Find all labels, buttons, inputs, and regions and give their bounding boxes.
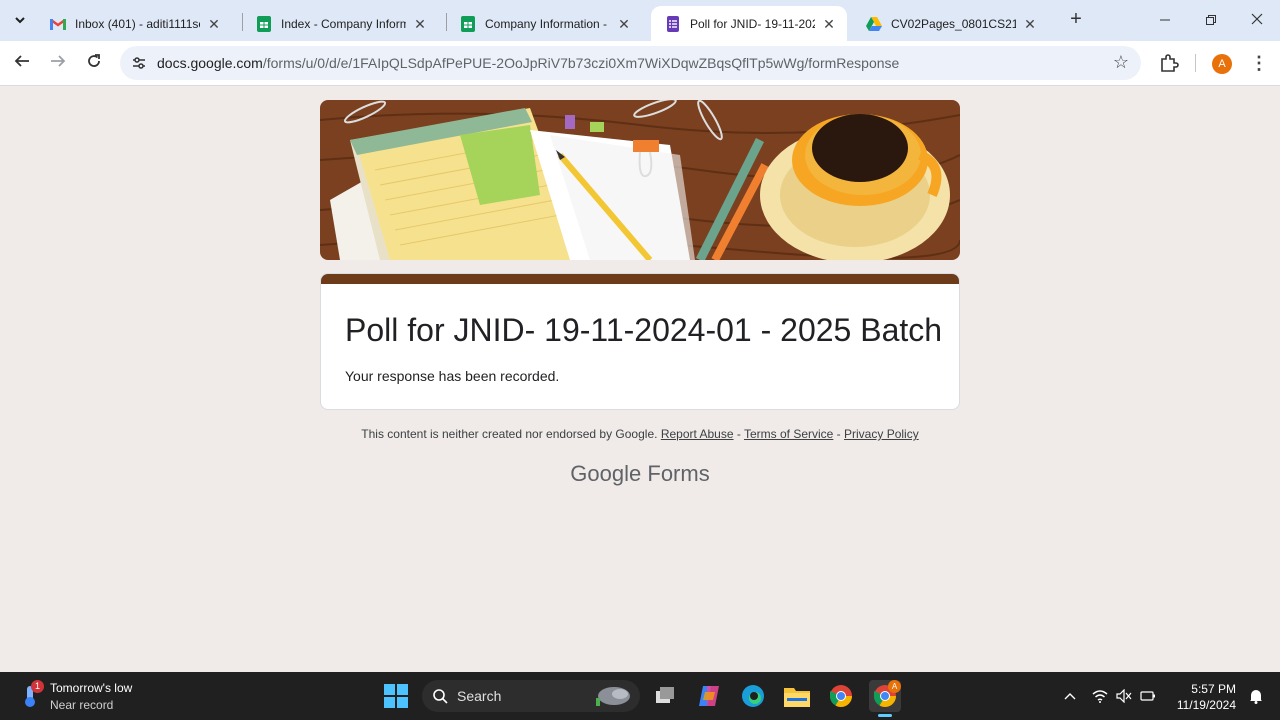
wifi-icon — [1092, 690, 1108, 703]
show-hidden-icons-button[interactable] — [1054, 680, 1086, 712]
minimize-icon — [1160, 19, 1170, 21]
forward-button[interactable] — [46, 51, 70, 75]
restore-icon — [1206, 15, 1216, 25]
forms-icon — [665, 15, 681, 32]
tab-poll-form[interactable]: Poll for JNID- 19-11-2024 ✕ — [651, 6, 847, 41]
start-button[interactable] — [380, 680, 412, 712]
theme-color-bar — [321, 274, 959, 284]
drive-icon — [866, 16, 882, 32]
windows-logo-icon — [384, 684, 408, 708]
chrome-profile-button[interactable]: A — [869, 680, 901, 712]
search-highlight-icon — [596, 687, 630, 706]
close-icon[interactable]: ✕ — [821, 16, 837, 32]
close-icon[interactable]: ✕ — [1022, 16, 1038, 32]
windows-taskbar: 1 Tomorrow's low Near record A — [0, 672, 1280, 720]
back-arrow-icon — [14, 55, 29, 67]
reload-icon — [88, 54, 100, 67]
search-icon — [433, 689, 448, 704]
task-view-button[interactable] — [649, 680, 681, 712]
browser-toolbar: docs.google.com/forms/u/0/d/e/1FAIpQLSdp… — [0, 41, 1280, 86]
confirmation-message: Your response has been recorded. — [345, 368, 560, 384]
footer-separator: - — [733, 427, 744, 441]
folder-icon — [784, 688, 810, 707]
clock-time: 5:57 PM — [1191, 682, 1236, 696]
taskbar-search-box[interactable]: Search — [422, 680, 640, 712]
reload-button[interactable] — [82, 51, 106, 75]
tab-index-sheet[interactable]: Index - Company Informa ✕ — [242, 6, 438, 41]
tab-search-button[interactable] — [8, 8, 32, 32]
task-view-icon — [656, 687, 674, 703]
close-icon[interactable]: ✕ — [412, 16, 428, 32]
bookmark-star-icon[interactable]: ☆ — [1113, 52, 1129, 73]
tab-title: CV02Pages_0801CS2110 — [891, 16, 1016, 31]
forward-arrow-icon — [51, 55, 66, 67]
back-button[interactable] — [10, 51, 34, 75]
weather-title: Tomorrow's low — [50, 681, 133, 695]
close-icon[interactable]: ✕ — [206, 16, 222, 32]
disclaimer-text: This content is neither created nor endo… — [361, 427, 658, 441]
weather-alert-badge: 1 — [31, 680, 44, 693]
gmail-icon — [50, 16, 66, 32]
form-footer: This content is neither created nor endo… — [320, 427, 960, 441]
clock[interactable]: 5:57 PM 11/19/2024 — [1177, 681, 1236, 713]
edge-button[interactable] — [737, 680, 769, 712]
terms-of-service-link[interactable]: Terms of Service — [744, 427, 833, 441]
search-label: Search — [457, 688, 502, 704]
close-icon — [1251, 13, 1263, 25]
tab-title: Index - Company Informa — [281, 16, 406, 31]
confirmation-card: Poll for JNID- 19-11-2024-01 - 2025 Batc… — [320, 273, 960, 410]
system-tray-quick-settings[interactable] — [1088, 680, 1160, 712]
weather-subtitle: Near record — [50, 698, 114, 712]
tab-title: Inbox (401) - aditi1111sci — [75, 16, 200, 31]
address-bar[interactable]: docs.google.com/forms/u/0/d/e/1FAIpQLSdp… — [120, 46, 1141, 80]
more-options-icon[interactable]: ⋮ — [1250, 52, 1268, 74]
close-window-button[interactable] — [1245, 8, 1269, 32]
speaker-muted-icon — [1116, 689, 1132, 703]
sheets-icon — [460, 15, 476, 32]
toolbar-divider — [1195, 54, 1196, 72]
site-info-icon[interactable] — [128, 52, 150, 74]
bell-icon — [1250, 690, 1262, 704]
new-tab-button[interactable]: + — [1064, 8, 1088, 32]
battery-icon — [1140, 691, 1155, 701]
privacy-policy-link[interactable]: Privacy Policy — [844, 427, 919, 441]
url-path: /forms/u/0/d/e/1FAIpQLSdpAfPePUE-2OoJpRi… — [262, 55, 900, 71]
weather-widget[interactable]: 1 Tomorrow's low Near record — [18, 680, 168, 712]
edge-icon — [742, 685, 764, 707]
file-explorer-button[interactable] — [781, 680, 813, 712]
notifications-button[interactable] — [1240, 680, 1272, 712]
tab-company-sheet[interactable]: Company Information - 2 ✕ — [446, 6, 642, 41]
chevron-down-icon — [15, 17, 25, 24]
tab-title: Company Information - 2 — [485, 16, 610, 31]
footer-separator: - — [833, 427, 845, 441]
url-text[interactable]: docs.google.com/forms/u/0/d/e/1FAIpQLSdp… — [157, 55, 899, 71]
tab-cv-drive[interactable]: CV02Pages_0801CS2110 ✕ — [852, 6, 1048, 41]
profile-avatar[interactable]: A — [1212, 54, 1232, 74]
url-host: docs.google.com — [157, 55, 263, 71]
restore-button[interactable] — [1199, 8, 1223, 32]
google-forms-logo[interactable]: Google Forms — [320, 461, 960, 487]
copilot-button[interactable] — [693, 680, 725, 712]
close-icon[interactable]: ✕ — [616, 16, 632, 32]
clock-date: 11/19/2024 — [1176, 698, 1236, 712]
active-app-indicator — [878, 714, 892, 717]
tab-gmail[interactable]: Inbox (401) - aditi1111sci ✕ — [36, 6, 232, 41]
report-abuse-link[interactable]: Report Abuse — [661, 427, 734, 441]
tab-strip: Inbox (401) - aditi1111sci ✕ Index - Com… — [0, 0, 1280, 41]
brand-forms: Forms — [647, 461, 710, 486]
profile-badge: A — [888, 680, 901, 693]
brand-google: Google — [570, 461, 642, 486]
chrome-button[interactable] — [825, 680, 857, 712]
copilot-icon — [699, 686, 719, 706]
chrome-icon — [830, 685, 852, 707]
sheets-icon — [256, 15, 272, 32]
tab-title: Poll for JNID- 19-11-2024 — [690, 16, 815, 31]
form-title: Poll for JNID- 19-11-2024-01 - 2025 Batc… — [345, 312, 943, 348]
form-header-image — [320, 100, 960, 260]
minimize-button[interactable] — [1153, 8, 1177, 32]
chevron-up-icon — [1064, 693, 1076, 700]
extensions-icon[interactable] — [1158, 52, 1180, 74]
